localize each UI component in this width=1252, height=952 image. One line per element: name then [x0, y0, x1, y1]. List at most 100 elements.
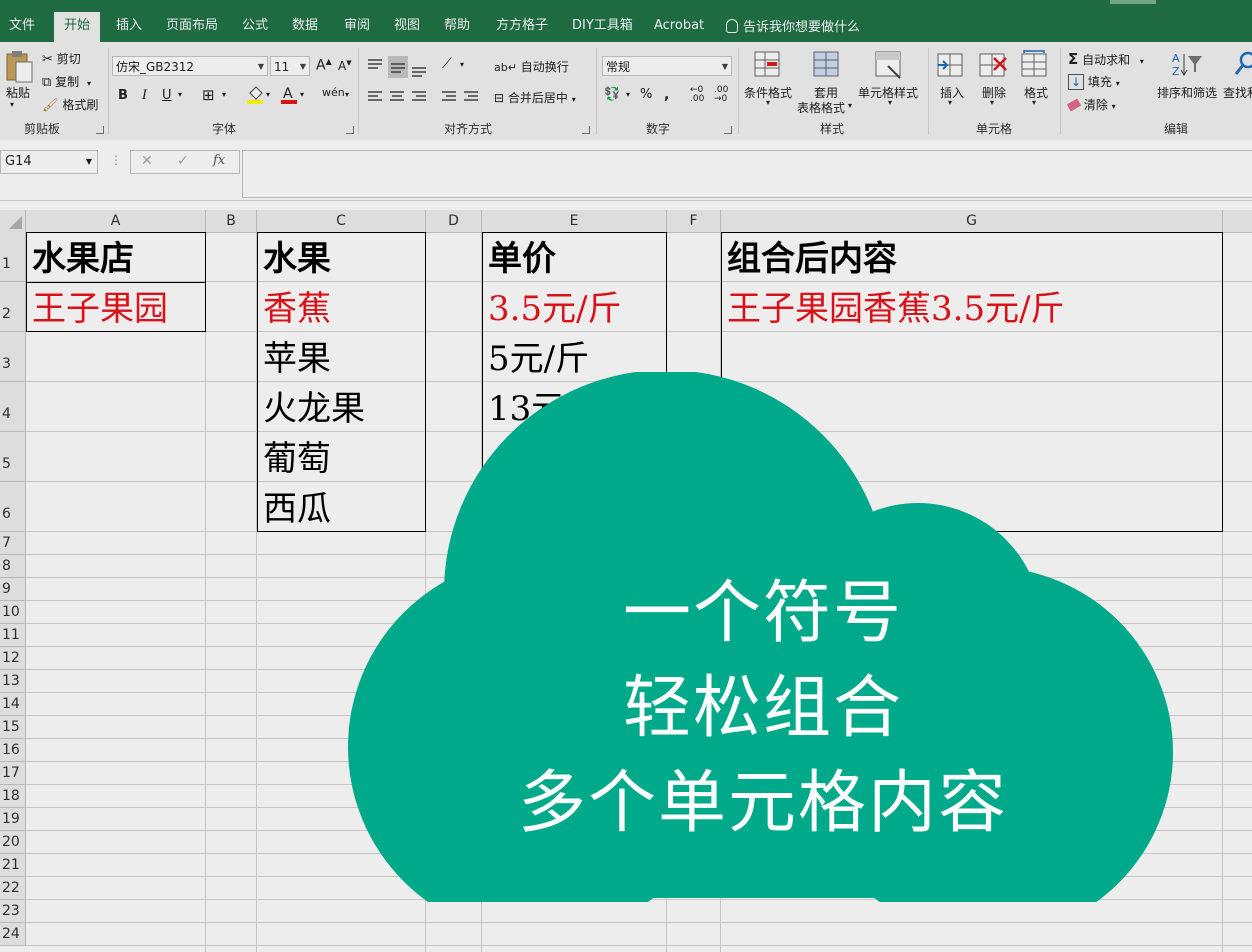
orientation-icon[interactable]: ⟋ — [442, 56, 452, 72]
row-header-6[interactable]: 6 — [0, 482, 26, 532]
tell-me-search[interactable]: 告诉我你想要做什么 — [726, 16, 860, 35]
phonetic-guide-icon[interactable]: wén — [322, 86, 345, 99]
tab-review[interactable]: 审阅 — [344, 10, 370, 42]
tab-insert[interactable]: 插入 — [116, 10, 142, 42]
font-color-button[interactable]: A — [280, 85, 298, 108]
tab-help[interactable]: 帮助 — [444, 10, 470, 42]
sort-filter-button[interactable]: AZ — [1170, 50, 1204, 83]
row-header-19[interactable]: 19 — [0, 808, 26, 831]
tab-file[interactable]: 文件 — [9, 10, 35, 42]
currency-dropdown-arrow[interactable]: ▾ — [626, 90, 630, 99]
percent-button[interactable]: % — [640, 87, 652, 102]
underline-dropdown-arrow[interactable]: ▾ — [178, 90, 182, 99]
clear-dropdown-arrow[interactable]: ▾ — [1112, 102, 1116, 111]
cell-styles-dropdown-arrow[interactable]: ▾ — [888, 98, 892, 107]
column-header-a[interactable]: A — [26, 210, 206, 232]
copy-button[interactable]: ⧉ 复制 ▾ — [42, 73, 91, 90]
row-header-11[interactable]: 11 — [0, 624, 26, 647]
row-header-22[interactable]: 22 — [0, 877, 26, 900]
tab-acrobat[interactable]: Acrobat — [654, 10, 704, 42]
row-header-15[interactable]: 15 — [0, 716, 26, 739]
vertical-align-icons[interactable] — [366, 56, 432, 78]
paste-button[interactable] — [4, 50, 34, 84]
formula-bar-grip-icon[interactable]: ⋮ — [110, 153, 122, 167]
row-header-20[interactable]: 20 — [0, 831, 26, 854]
row-header-14[interactable]: 14 — [0, 693, 26, 716]
row-header-7[interactable]: 7 — [0, 532, 26, 555]
font-name-dropdown[interactable]: 仿宋_GB2312 ▼ — [112, 56, 268, 76]
borders-icon[interactable]: ⊞ — [202, 86, 215, 104]
cell-styles-button[interactable] — [874, 50, 904, 83]
fill-color-button[interactable] — [246, 85, 264, 108]
tab-fangfang[interactable]: 方方格子 — [496, 10, 548, 42]
phonetic-dropdown-arrow[interactable]: ▾ — [345, 90, 349, 99]
insert-dropdown-arrow[interactable]: ▾ — [948, 98, 952, 107]
tab-data[interactable]: 数据 — [292, 10, 318, 42]
column-header-b[interactable]: B — [206, 210, 257, 232]
conditional-dropdown-arrow[interactable]: ▾ — [766, 98, 770, 107]
clear-button[interactable]: 清除 ▾ — [1066, 96, 1116, 113]
cell-g2[interactable]: 王子果园香蕉3.5元/斤 — [721, 285, 1065, 333]
find-select-button[interactable] — [1234, 50, 1252, 83]
comma-style-button[interactable]: , — [664, 87, 669, 103]
number-dialog-launcher[interactable] — [724, 126, 732, 134]
title-bar-control[interactable] — [1110, 0, 1156, 4]
conditional-formatting-button[interactable] — [742, 50, 794, 83]
currency-icon[interactable]: 💱 — [604, 87, 620, 102]
delete-cells-button[interactable] — [978, 50, 1008, 83]
row-header-17[interactable]: 17 — [0, 762, 26, 785]
fill-button[interactable]: ↓ 填充 ▾ — [1068, 73, 1120, 90]
decrease-font-size-button[interactable]: A▼ — [338, 59, 352, 73]
wrap-text-button[interactable]: ab↵ 自动换行 — [494, 58, 569, 75]
format-painter-button[interactable]: 🖌 格式刷 — [42, 96, 98, 113]
fill-color-dropdown-arrow[interactable]: ▾ — [266, 90, 270, 99]
column-header-g[interactable]: G — [721, 210, 1223, 232]
tab-diy-toolbox[interactable]: DIY工具箱 — [572, 10, 633, 42]
tab-home[interactable]: 开始 — [54, 12, 101, 42]
paste-dropdown-arrow[interactable]: ▾ — [10, 100, 14, 109]
name-box[interactable]: G14 ▼ — [0, 150, 98, 174]
row-header-10[interactable]: 10 — [0, 601, 26, 624]
font-size-dropdown[interactable]: 11 ▼ — [270, 56, 310, 76]
row-header-3[interactable]: 3 — [0, 332, 26, 382]
increase-font-size-button[interactable]: A▲ — [316, 57, 332, 74]
alignment-dialog-launcher[interactable] — [582, 126, 590, 134]
row-header-8[interactable]: 8 — [0, 555, 26, 578]
borders-dropdown-arrow[interactable]: ▾ — [222, 90, 226, 99]
format-as-table-button[interactable] — [812, 50, 842, 83]
cell-e2[interactable]: 3.5元/斤 — [482, 285, 622, 333]
increase-decimal-button[interactable]: ←0.00 — [690, 86, 704, 104]
autosum-button[interactable]: Σ 自动求和 ▾ — [1068, 50, 1144, 68]
row-header-23[interactable]: 23 — [0, 900, 26, 923]
insert-cells-button[interactable] — [936, 50, 966, 83]
cell-c6[interactable]: 西瓜 — [257, 485, 331, 533]
cancel-entry-icon[interactable]: ✕ — [141, 153, 153, 169]
row-header-16[interactable]: 16 — [0, 739, 26, 762]
column-header-e[interactable]: E — [482, 210, 667, 232]
tab-formulas[interactable]: 公式 — [242, 10, 268, 42]
orientation-dropdown-arrow[interactable]: ▾ — [460, 60, 464, 69]
format-dropdown-arrow[interactable]: ▾ — [1032, 98, 1036, 107]
cell-a2[interactable]: 王子果园 — [26, 285, 168, 333]
cell-e1[interactable]: 单价 — [482, 235, 556, 283]
row-header-12[interactable]: 12 — [0, 647, 26, 670]
font-color-dropdown-arrow[interactable]: ▾ — [300, 90, 304, 99]
delete-dropdown-arrow[interactable]: ▾ — [990, 98, 994, 107]
row-header-5[interactable]: 5 — [0, 432, 26, 482]
decrease-decimal-button[interactable]: .00 →0 — [714, 86, 728, 104]
autosum-dropdown-arrow[interactable]: ▾ — [1140, 57, 1144, 66]
cell-c5[interactable]: 葡萄 — [257, 435, 331, 483]
tab-page-layout[interactable]: 页面布局 — [166, 10, 218, 42]
row-header-1[interactable]: 1 — [0, 232, 26, 282]
italic-button[interactable]: I — [142, 88, 147, 103]
row-header-4[interactable]: 4 — [0, 382, 26, 432]
cell-c3[interactable]: 苹果 — [257, 335, 331, 383]
cell-c1[interactable]: 水果 — [257, 235, 331, 283]
row-header-9[interactable]: 9 — [0, 578, 26, 601]
row-header-13[interactable]: 13 — [0, 670, 26, 693]
column-header-f[interactable]: F — [667, 210, 721, 232]
column-header-d[interactable]: D — [426, 210, 482, 232]
font-dialog-launcher[interactable] — [346, 126, 354, 134]
clipboard-dialog-launcher[interactable] — [96, 126, 104, 134]
fill-dropdown-arrow[interactable]: ▾ — [1116, 79, 1120, 88]
